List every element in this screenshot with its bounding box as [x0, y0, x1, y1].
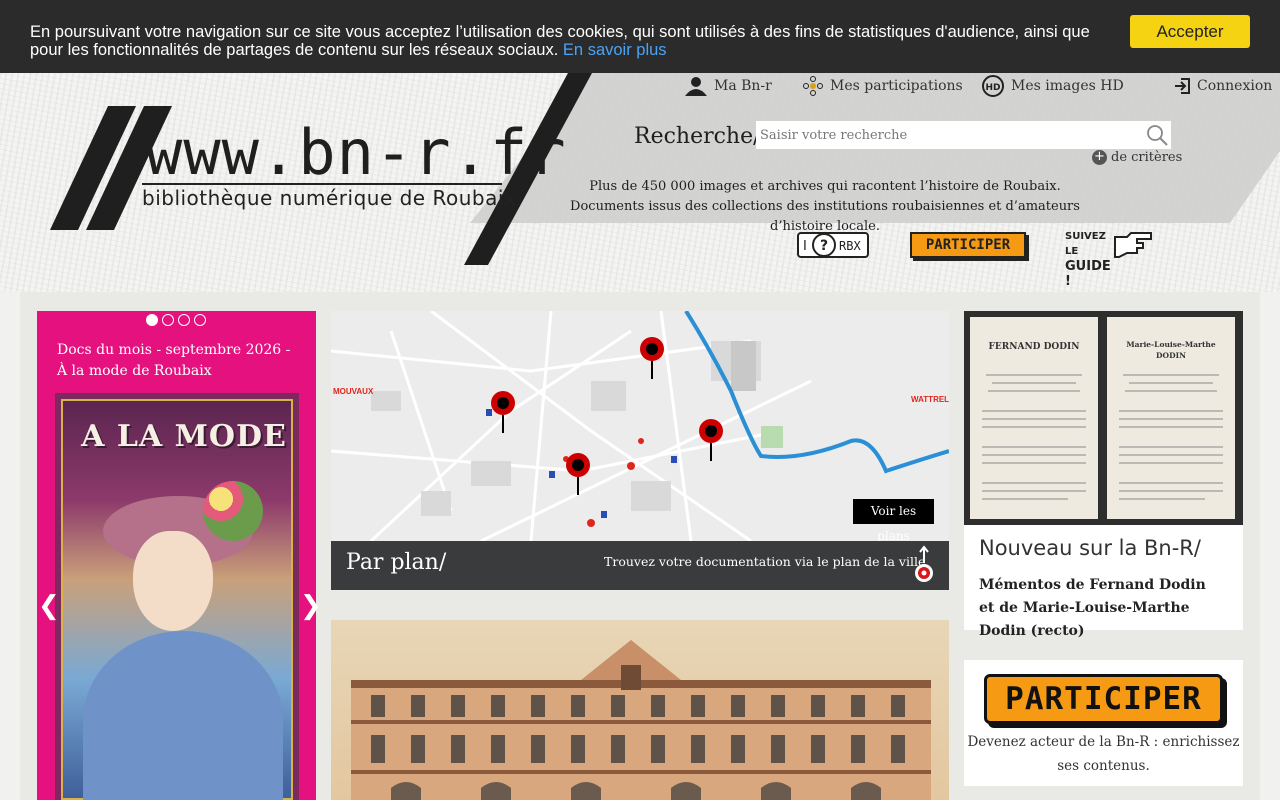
nouveau-title: Nouveau sur la Bn-R/ — [979, 536, 1201, 560]
poster-dress — [83, 631, 283, 800]
cookie-learn-more-link[interactable]: En savoir plus — [563, 41, 667, 59]
guide-line-2: GUIDE ! — [1065, 259, 1111, 289]
search-icon[interactable] — [1146, 124, 1168, 146]
rbx-badge-label: RBX — [839, 239, 861, 253]
nav-images-hd-label: Mes images HD — [1011, 78, 1124, 94]
par-plan-text: Trouvez votre documentation via le plan … — [604, 554, 926, 569]
memento-right-name: Marie-Louise-Marthe DODIN — [1126, 340, 1216, 360]
participer-text: Devenez acteur de la Bn-R : enrichissez … — [967, 734, 1240, 774]
guide-text: SUIVEZ LE GUIDE ! — [1065, 229, 1111, 289]
slide-title[interactable]: Docs du mois - septembre 2026 - À la mod… — [57, 340, 302, 382]
guide-line-1: SUIVEZ LE — [1065, 231, 1106, 257]
logo-subtitle: bibliothèque numérique de Roubaix — [142, 186, 517, 210]
poster-frame: A LA MODE — [61, 399, 293, 800]
search-label: Recherche/ — [634, 124, 761, 149]
tagline: Plus de 450 000 images et archives qui r… — [545, 177, 1105, 237]
slider-dot[interactable] — [194, 314, 206, 326]
slider-dots — [146, 314, 206, 326]
nav-connexion[interactable]: Connexion — [1173, 74, 1272, 98]
guide-badge[interactable]: SUIVEZ LE GUIDE ! — [1065, 229, 1155, 289]
map-label-left: MOUVAUX — [333, 387, 374, 396]
rbx-badge[interactable]: I ? RBX — [797, 231, 871, 259]
map-label-right: WATTRELO — [911, 395, 949, 404]
memento-right-lines — [1119, 374, 1223, 500]
slider-prev-arrow[interactable]: ❮ — [38, 593, 60, 619]
slider-dot[interactable] — [178, 314, 190, 326]
nav-ma-bnr-label: Ma Bn-r — [714, 78, 772, 94]
nav-connexion-label: Connexion — [1197, 78, 1273, 94]
participations-icon — [803, 76, 823, 96]
slider-dot[interactable] — [162, 314, 174, 326]
par-plan-bar[interactable]: Par plan/ Trouvez votre documentation vi… — [331, 541, 949, 590]
logo-title: www.bn-r.fr — [145, 116, 567, 189]
cookie-accept-button[interactable]: Accepter — [1130, 15, 1250, 48]
svg-text:HD: HD — [985, 83, 1000, 93]
cookie-banner: En poursuivant votre navigation sur ce s… — [0, 0, 1280, 73]
hd-icon: HD — [982, 75, 1004, 97]
user-icon — [685, 77, 707, 96]
nav-ma-bnr[interactable]: Ma Bn-r — [684, 74, 772, 98]
pointing-hand-icon — [1114, 232, 1152, 258]
nouveau-description[interactable]: Mémentos de Fernand Dodin et de Marie-Lo… — [979, 574, 1224, 643]
nav-participations-label: Mes participations — [830, 78, 963, 94]
login-icon — [1175, 78, 1190, 94]
memento-image[interactable]: FERNAND DODIN Marie-Louise-Marthe DODIN — [964, 311, 1243, 525]
building-drawing — [351, 640, 931, 800]
slide-image[interactable]: A LA MODE — [55, 393, 299, 800]
memento-left-lines — [982, 374, 1086, 500]
poster-flowers — [203, 481, 263, 541]
nav-participations[interactable]: Mes participations — [802, 74, 963, 98]
svg-text:?: ? — [820, 238, 828, 254]
svg-text:I: I — [803, 239, 807, 254]
voir-plans-button[interactable]: Voir les plans — [853, 499, 934, 543]
tagline-line-1: Plus de 450 000 images et archives qui r… — [589, 179, 1061, 194]
more-criteria-link[interactable]: + de critères — [1092, 150, 1182, 165]
slider-next-arrow[interactable]: ❯ — [300, 593, 322, 619]
memento-left-name: FERNAND DODIN — [988, 342, 1080, 352]
map-pin-icon — [915, 545, 933, 582]
slider-dot[interactable] — [146, 314, 158, 326]
more-criteria-label: de critères — [1111, 150, 1183, 165]
memento-page-right: Marie-Louise-Marthe DODIN — [1107, 317, 1235, 519]
nav-images-hd[interactable]: HD Mes images HD — [981, 74, 1124, 98]
building-image[interactable] — [331, 620, 949, 800]
par-plan-title: Par plan/ — [346, 550, 447, 575]
plus-icon: + — [1092, 150, 1107, 165]
cookie-message: En poursuivant votre navigation sur ce s… — [30, 23, 1090, 59]
cookie-text: En poursuivant votre navigation sur ce s… — [30, 23, 1110, 59]
memento-page-left: FERNAND DODIN — [970, 317, 1098, 519]
search-input[interactable] — [756, 121, 1171, 149]
participer-button[interactable]: PARTICIPER — [984, 674, 1223, 724]
participer-badge[interactable]: PARTICIPER — [910, 232, 1026, 258]
logo-underline — [142, 183, 502, 185]
poster-face — [133, 531, 213, 631]
poster-title: A LA MODE — [81, 419, 287, 454]
